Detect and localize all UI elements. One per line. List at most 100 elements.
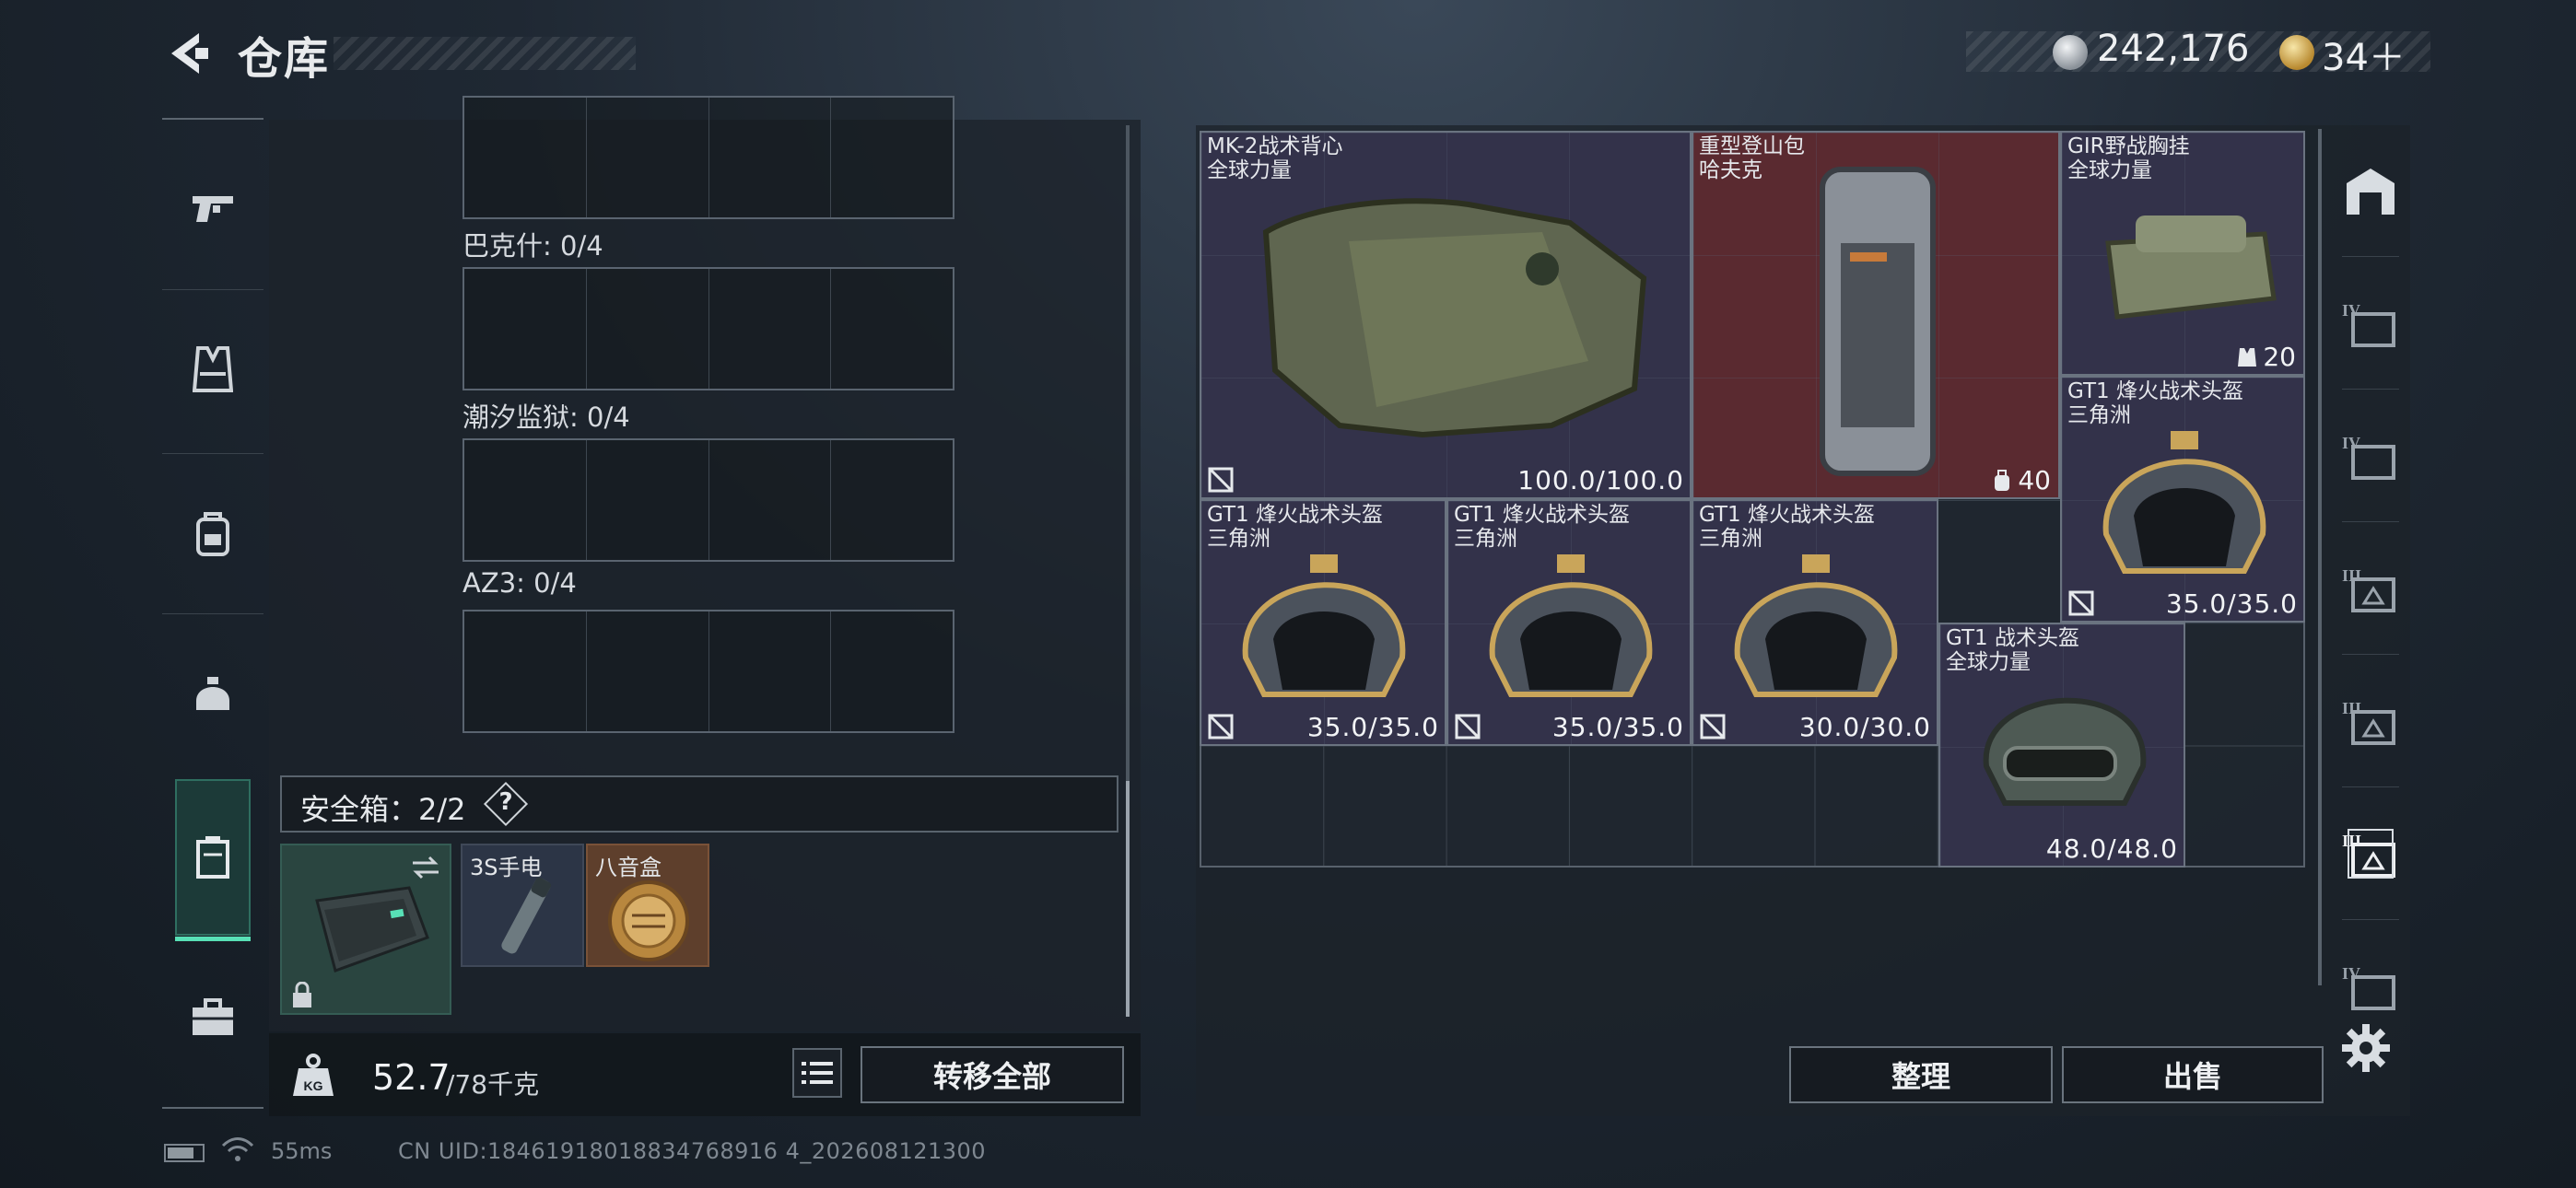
storage-tier-icon: III	[2342, 699, 2395, 745]
battery-level	[168, 1147, 193, 1159]
wifi-icon	[221, 1137, 254, 1161]
helmet-image	[2102, 431, 2266, 574]
svg-text:KG: KG	[304, 1078, 323, 1093]
warehouse-tab-main[interactable]	[2331, 125, 2410, 256]
category-backpacks[interactable]	[162, 455, 263, 611]
warehouse-item-chest-rig[interactable]: GIR野战胸挂 全球力量 20	[2060, 131, 2305, 376]
transfer-all-button[interactable]: 转移全部	[861, 1046, 1124, 1103]
capacity-badge: 40	[1992, 465, 2051, 495]
safe-item-flashlight[interactable]: 3S手电	[461, 844, 584, 967]
svg-text:III: III	[2342, 832, 2361, 850]
warehouse-item-helmet[interactable]: GT1 烽火战术头盔 三角洲 30.0/30.0	[1692, 499, 1938, 746]
item-name: 八音盒	[595, 855, 662, 880]
warehouse-item-backpack[interactable]: 重型登山包 哈夫克 40	[1692, 131, 2060, 499]
helmet-image	[1734, 554, 1898, 697]
warehouse-item-vest[interactable]: MK-2战术背心 全球力量 100.0/100.0	[1200, 131, 1692, 499]
safe-box-label: 安全箱：2/2	[300, 792, 466, 827]
capacity-value: 20	[2263, 342, 2296, 372]
item-name: GT1 烽火战术头盔	[1207, 503, 1383, 527]
page-title: 仓库	[238, 33, 331, 85]
item-durability: 48.0/48.0	[2045, 833, 2178, 864]
no-sell-icon	[1208, 714, 1234, 740]
storage-tier-icon: IV	[2342, 301, 2395, 347]
section-label-az3: AZ3: 0/4	[463, 567, 577, 599]
warehouse-tab-2[interactable]: IV	[2331, 390, 2410, 521]
weight-icon: KG	[293, 1054, 334, 1096]
warehouse-item-helmet[interactable]: GT1 战术头盔 全球力量 48.0/48.0	[1938, 623, 2185, 868]
category-containers[interactable]	[175, 779, 251, 941]
storage-slot-row[interactable]	[463, 610, 954, 733]
sell-button[interactable]: 出售	[2062, 1046, 2324, 1103]
item-name: GT1 烽火战术头盔	[2067, 379, 2243, 403]
item-name: GT1 烽火战术头盔	[1699, 503, 1875, 527]
warehouse-item-helmet[interactable]: GT1 烽火战术头盔 三角洲 35.0/35.0	[1446, 499, 1692, 746]
backpack-image	[1820, 167, 1936, 476]
warehouse-tab-3[interactable]: III	[2331, 523, 2410, 654]
item-durability: 100.0/100.0	[1517, 465, 1684, 495]
helmet-icon	[196, 677, 229, 710]
category-armor[interactable]	[162, 291, 263, 448]
item-name-block: GT1 烽火战术头盔 三角洲	[1699, 503, 1875, 551]
storage-slot-row[interactable]	[463, 438, 954, 562]
item-map: 全球力量	[1207, 158, 1292, 182]
no-sell-icon	[1208, 467, 1234, 493]
ping-value: 55ms	[271, 1138, 333, 1164]
warehouse-item-helmet[interactable]: GT1 烽火战术头盔 三角洲 35.0/35.0	[2060, 376, 2305, 623]
storage-tier-icon: III	[2342, 832, 2395, 878]
pistol-icon	[193, 196, 233, 222]
list-icon	[802, 1062, 833, 1084]
gold-currency-value[interactable]: 34＋	[2322, 28, 2406, 81]
warehouse-scrollbar[interactable]	[2318, 129, 2322, 985]
category-helmets[interactable]	[162, 615, 263, 772]
helmet-image	[1489, 554, 1653, 697]
item-name: 3S手电	[470, 855, 543, 880]
storage-slot-row[interactable]	[463, 267, 954, 390]
backpack-capacity-icon	[1995, 469, 2010, 491]
safe-case-slot[interactable]	[280, 844, 451, 1015]
storage-slot-row	[463, 96, 954, 219]
tactical-helmet-image	[1983, 697, 2147, 806]
backpack-icon	[196, 512, 229, 556]
warehouse-tab-5[interactable]: III	[2331, 788, 2410, 919]
container-icon	[196, 836, 229, 879]
vest-capacity-icon	[2238, 347, 2257, 367]
weight-max: /78千克	[446, 1069, 540, 1100]
no-sell-icon	[2068, 590, 2094, 616]
sort-button[interactable]: 整理	[1789, 1046, 2053, 1103]
no-sell-icon	[1700, 714, 1726, 740]
item-name: 重型登山包	[1699, 134, 1805, 158]
music-box-image	[608, 880, 689, 961]
section-label-bakshi: 巴克什: 0/4	[463, 230, 603, 262]
title-decoration	[334, 37, 636, 70]
item-name-block: MK-2战术背心 全球力量	[1207, 134, 1342, 182]
category-weapons[interactable]	[162, 129, 263, 285]
item-name: GT1 烽火战术头盔	[1454, 503, 1630, 527]
item-durability: 35.0/35.0	[1306, 712, 1439, 742]
chest-rig-image	[2105, 215, 2277, 320]
warehouse-tab-4[interactable]: III	[2331, 656, 2410, 786]
storage-tier-icon: III	[2342, 566, 2395, 612]
warehouse-tab-1[interactable]: IV	[2331, 258, 2410, 389]
swap-icon[interactable]	[409, 855, 442, 880]
warehouse-item-helmet[interactable]: GT1 烽火战术头盔 三角洲 35.0/35.0	[1200, 499, 1446, 746]
item-name-block: GIR野战胸挂 全球力量	[2067, 134, 2190, 182]
category-cases[interactable]	[162, 939, 263, 1096]
item-durability: 35.0/35.0	[2165, 588, 2298, 619]
backpack-scrollbar-thumb[interactable]	[1126, 781, 1130, 1017]
back-arrow-icon[interactable]	[162, 28, 214, 79]
flashlight-image	[501, 877, 552, 954]
list-view-button[interactable]	[792, 1048, 842, 1098]
briefcase-icon	[193, 998, 233, 1035]
item-map: 全球力量	[2067, 158, 2152, 182]
safe-item-music-box[interactable]: 八音盒	[586, 844, 709, 967]
gear-icon[interactable]	[2340, 1022, 2392, 1074]
gold-coin-icon	[2279, 35, 2314, 70]
helmet-image	[1242, 554, 1406, 697]
item-map: 三角洲	[1207, 527, 1270, 551]
item-name: MK-2战术背心	[1207, 134, 1343, 158]
item-name-block: GT1 烽火战术头盔 三角洲	[2067, 379, 2243, 427]
lock-icon	[293, 982, 311, 1007]
item-map: 全球力量	[1946, 650, 2031, 674]
item-durability: 30.0/30.0	[1798, 712, 1931, 742]
item-durability: 35.0/35.0	[1551, 712, 1684, 742]
